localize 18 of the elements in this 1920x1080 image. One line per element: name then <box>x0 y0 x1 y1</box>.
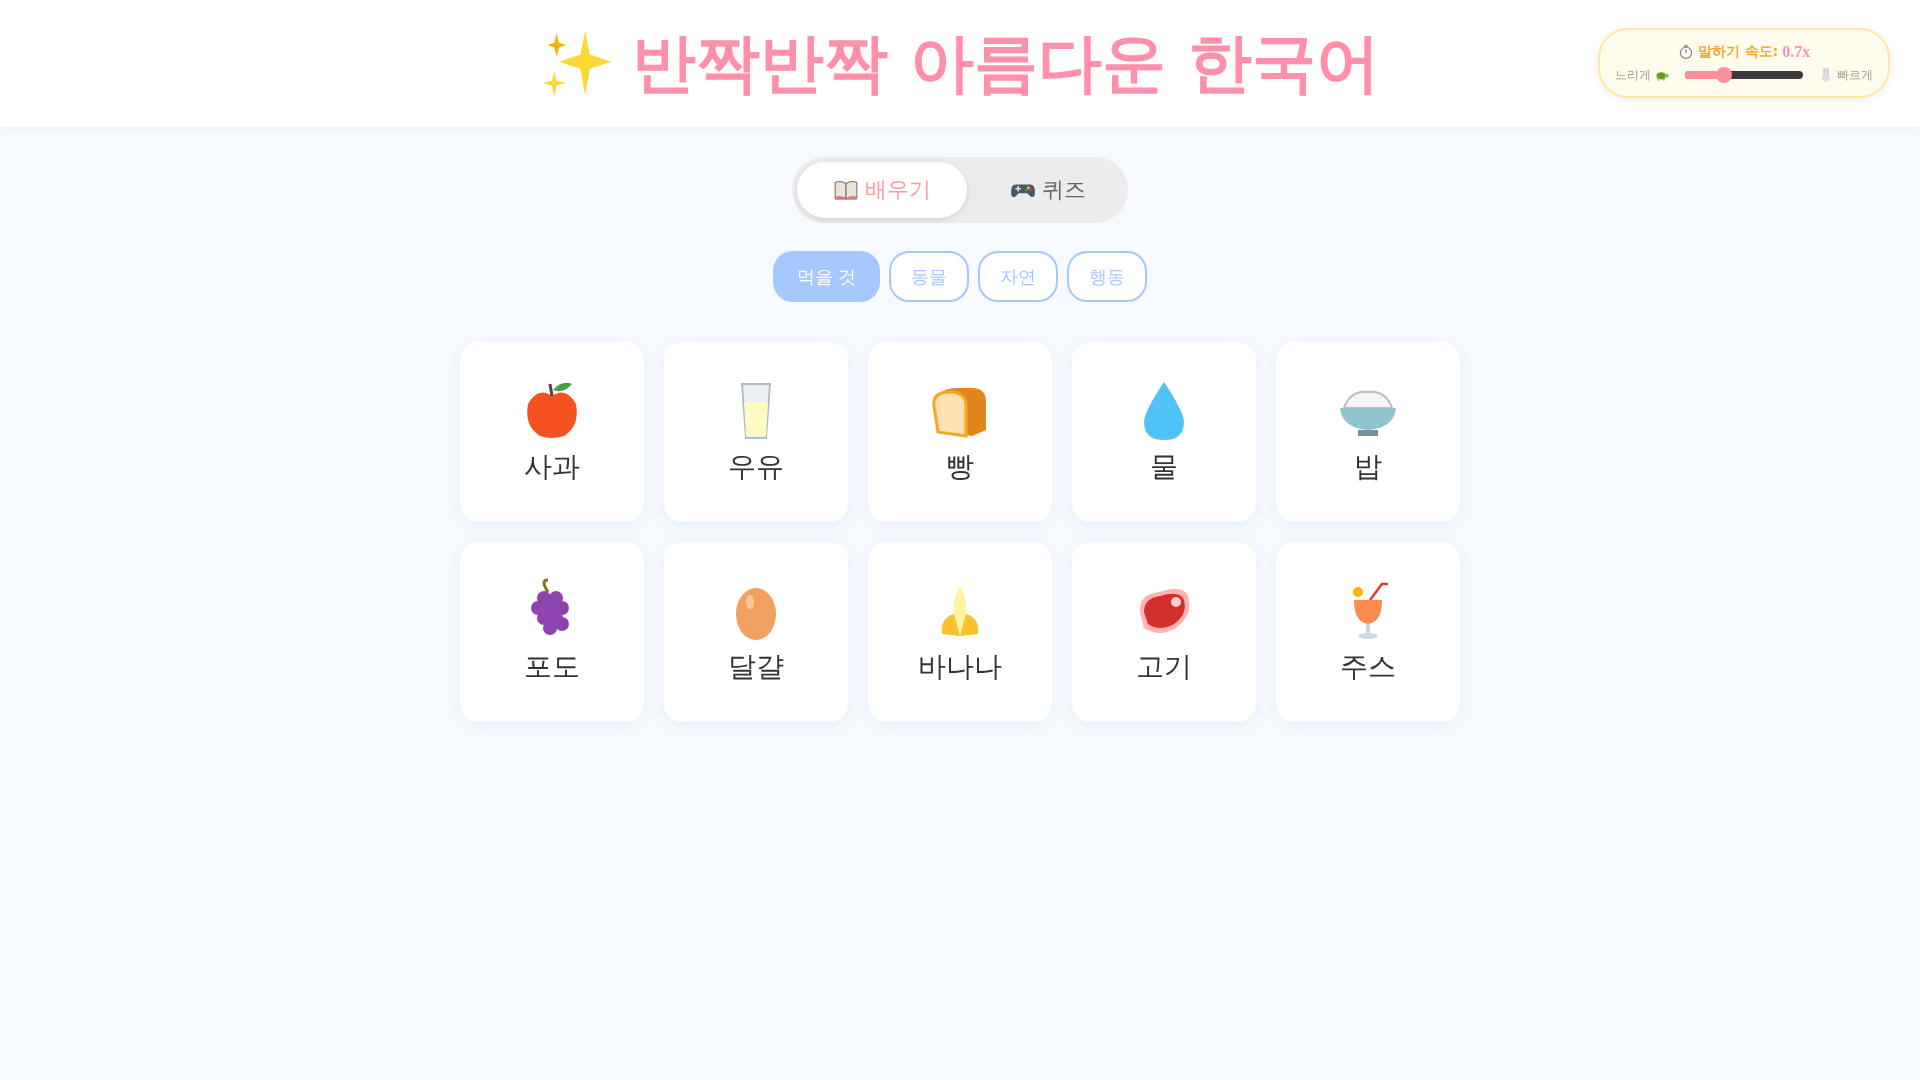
speed-label: 말하기 속도: <box>1697 42 1779 61</box>
word-card[interactable]: 고기 <box>1072 542 1256 722</box>
word-card[interactable]: 물 <box>1072 342 1256 522</box>
word-card[interactable]: 밥 <box>1276 342 1460 522</box>
fast-label: 빠르게 <box>1837 66 1873 84</box>
slow-label: 느리게 <box>1615 66 1651 84</box>
mode-tab[interactable]: 퀴즈 <box>973 162 1123 218</box>
word-card[interactable]: 주스 <box>1276 542 1460 722</box>
word-card[interactable]: 우유 <box>664 342 848 522</box>
word-card[interactable]: 사과 <box>460 342 644 522</box>
word-card[interactable]: 포도 <box>460 542 644 722</box>
slider-thumb[interactable] <box>1715 67 1732 83</box>
word-card[interactable]: 바나나 <box>868 542 1052 722</box>
speed-value: 0.7x <box>1782 42 1811 61</box>
word-card[interactable]: 달걀 <box>664 542 848 722</box>
app-title: 반짝반짝 아름다운 한국어 <box>631 25 1381 102</box>
stopwatch-icon <box>1677 43 1694 60</box>
word-card[interactable]: 빵 <box>868 342 1052 522</box>
